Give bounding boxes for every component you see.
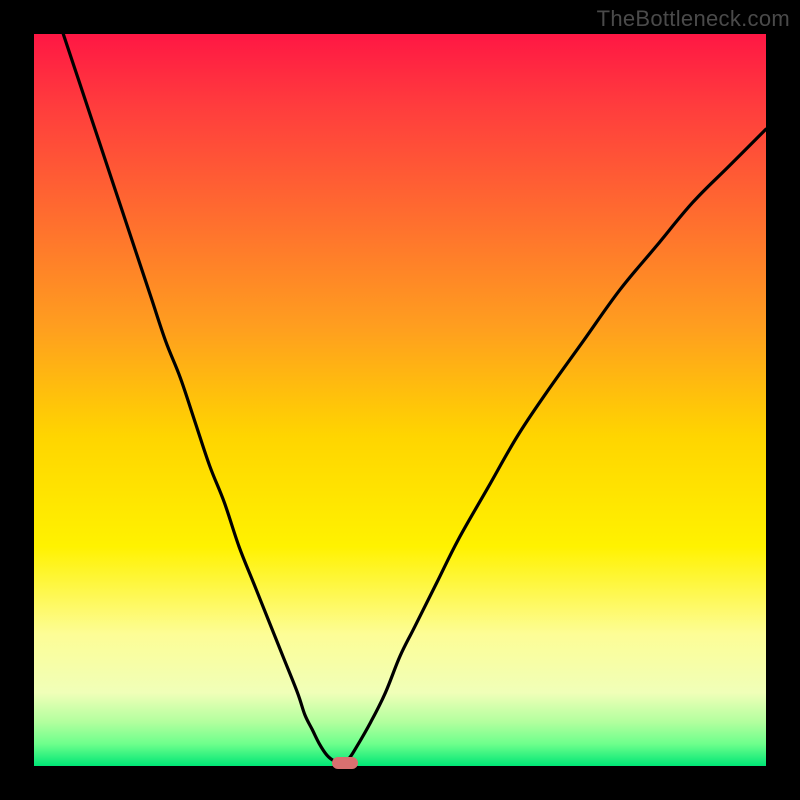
bottleneck-curve bbox=[34, 34, 766, 766]
optimal-marker bbox=[332, 757, 358, 769]
chart-frame: TheBottleneck.com bbox=[0, 0, 800, 800]
watermark-text: TheBottleneck.com bbox=[597, 6, 790, 32]
